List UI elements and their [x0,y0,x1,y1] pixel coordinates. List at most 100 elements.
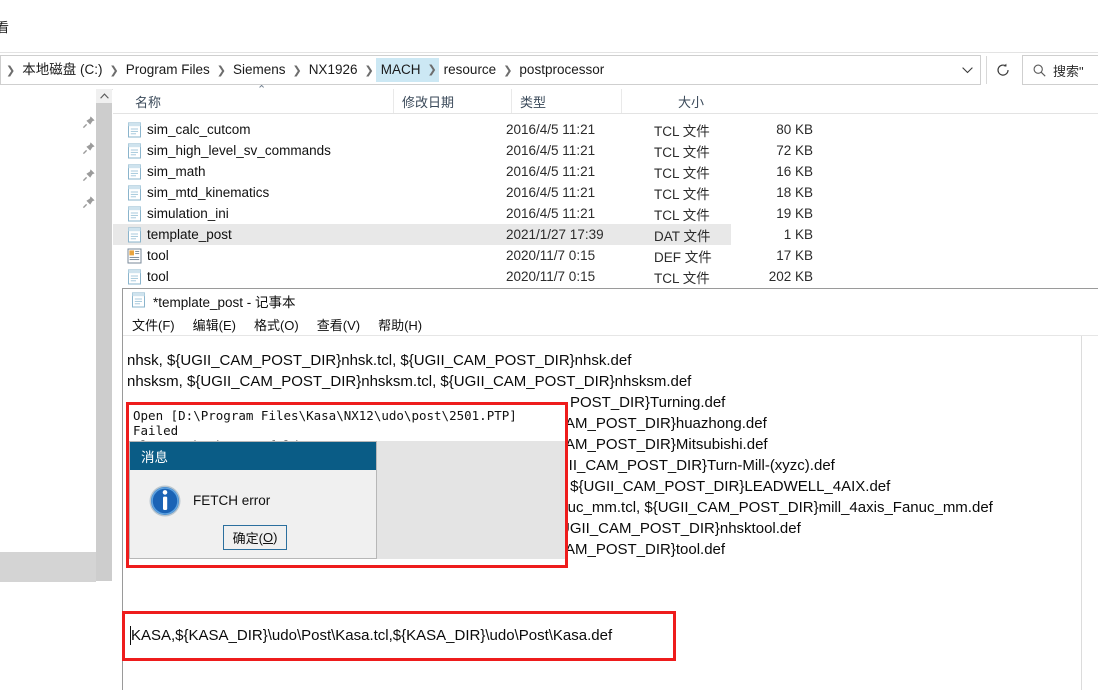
menu-edit[interactable]: 编辑(E) [184,315,245,334]
file-type: TCL 文件 [654,186,710,202]
def-file-icon [127,248,142,264]
def-file-icon [127,248,142,264]
menu-file[interactable]: 文件(F) [123,315,184,334]
text-file-icon [127,269,142,285]
notepad-text-line: AM_POST_DIR}huazhong.def [565,415,767,432]
scroll-up-button[interactable] [96,89,112,103]
navigation-pane [0,89,97,582]
file-size: 1 KB [783,227,813,242]
file-date: 2021/1/27 17:39 [506,227,604,242]
text-file-icon [128,143,141,159]
breadcrumb-chevron-icon[interactable]: ❯ [290,64,303,77]
breadcrumb-item-2[interactable]: Siemens [228,58,291,82]
file-date: 2020/11/7 0:15 [506,269,596,284]
file-type: TCL 文件 [654,270,710,286]
search-input[interactable]: 搜索" [1022,55,1098,85]
table-row[interactable]: simulation_ini 2016/4/5 11:21 TCL 文件 19 KB [113,203,813,224]
pin-icon[interactable] [82,141,96,155]
breadcrumb-chevron-icon[interactable]: ❯ [425,58,439,82]
column-header-name-label: 名称 [135,94,162,110]
breadcrumb-item-3[interactable]: NX1926 [304,58,363,82]
file-name: sim_calc_cutcom [147,122,251,137]
menu-help[interactable]: 帮助(H) [369,315,431,334]
breadcrumb-chevron-icon[interactable]: ❯ [362,64,375,77]
text-file-icon [127,227,142,243]
file-size: 19 KB [776,206,813,221]
file-date: 2016/4/5 11:21 [506,164,596,179]
breadcrumb-chevron-icon[interactable]: ❯ [501,64,514,77]
file-size: 80 KB [776,122,813,137]
breadcrumb-chevron-icon[interactable]: ❯ [107,64,120,77]
file-name: tool [147,269,169,284]
menu-view[interactable]: 查看(V) [308,315,369,334]
table-row[interactable]: tool 2020/11/7 0:15 DEF 文件 17 KB [113,245,813,266]
file-name: sim_high_level_sv_commands [147,143,331,158]
column-header-date[interactable]: 修改日期 [393,89,511,113]
text-file-icon [127,185,142,201]
error-dialog-group: Open [D:\Program Files\Kasa\NX12\udo\pos… [126,402,568,568]
file-name: sim_math [147,164,206,179]
kasa-config-line[interactable]: KASA,${KASA_DIR}\udo\Post\Kasa.tcl,${KAS… [131,627,612,644]
red-highlight-box-dialog [126,402,568,568]
text-file-icon [128,227,141,243]
desktop-grey-strip [0,552,96,582]
pin-icon[interactable] [82,168,96,182]
column-header-size[interactable]: 大小 [621,89,714,113]
breadcrumb-item-0[interactable]: 本地磁盘 (C:) [17,58,107,82]
column-header-name[interactable]: 名称 ⌃ [127,84,393,113]
column-header-type[interactable]: 类型 [511,89,621,113]
breadcrumb-chevron-icon[interactable]: ❯ [215,64,228,77]
notepad-text-line: anuc_mm.tcl, ${UGII_CAM_POST_DIR}mill_4a… [551,499,993,516]
notepad-app-icon [132,292,145,307]
table-row[interactable]: sim_mtd_kinematics 2016/4/5 11:21 TCL 文件 18… [113,182,813,203]
refresh-icon [996,63,1009,76]
file-type: TCL 文件 [654,165,710,181]
text-file-icon [128,269,141,285]
menu-format[interactable]: 格式(O) [245,315,308,334]
text-file-icon [127,143,142,159]
notepad-text-line: AM_POST_DIR}Mitsubishi.def [565,436,768,453]
file-type: TCL 文件 [654,207,710,223]
notepad-text-line: UGII_CAM_POST_DIR}nhsktool.def [559,520,801,537]
file-type: TCL 文件 [654,144,710,160]
address-history-dropdown-button[interactable] [952,56,983,84]
file-size: 16 KB [776,164,813,179]
file-size: 72 KB [776,143,813,158]
breadcrumb-item-1[interactable]: Program Files [121,58,215,82]
notepad-scrollbar[interactable] [1081,336,1098,690]
chevron-down-icon [962,66,973,73]
breadcrumb-chevron-icon: ❯ [6,64,16,77]
table-row[interactable]: sim_math 2016/4/5 11:21 TCL 文件 16 KB [113,161,813,182]
breadcrumb-item-4[interactable]: MACH [375,58,426,82]
scrollbar-thumb[interactable] [96,103,112,581]
breadcrumb-item-5[interactable]: resource [439,58,502,82]
file-size: 18 KB [776,185,813,200]
breadcrumb-item-6[interactable]: postprocessor [514,58,609,82]
notepad-titlebar: *template_post - 记事本 [123,289,296,313]
file-name: sim_mtd_kinematics [147,185,270,200]
file-type: DAT 文件 [654,228,711,244]
file-type: DEF 文件 [654,249,712,265]
file-date: 2016/4/5 11:21 [506,185,596,200]
refresh-button[interactable] [986,56,1018,84]
table-row[interactable]: tool 2020/11/7 0:15 TCL 文件 202 KB [113,266,813,287]
ribbon-area: 看 [0,0,1098,51]
text-file-icon [128,206,141,222]
file-date: 2016/4/5 11:21 [506,122,596,137]
text-file-icon [127,164,142,180]
notepad-text-line: AM_POST_DIR}tool.def [565,541,726,558]
pin-icon[interactable] [82,195,96,209]
pin-icon[interactable] [82,115,96,129]
file-date: 2016/4/5 11:21 [506,206,596,221]
pin-icon [82,142,95,155]
table-row[interactable]: sim_calc_cutcom 2016/4/5 11:21 TCL 文件 80 KB [113,119,813,140]
table-row[interactable]: template_post 2021/1/27 17:39 DAT 文件 1 KB [113,224,813,245]
breadcrumb: ❯ 本地磁盘 (C:) ❯ Program Files ❯ Siemens ❯ … [4,55,609,85]
navigation-scrollbar[interactable] [96,89,112,582]
text-file-icon [127,122,142,138]
text-file-icon [127,206,142,222]
file-size: 17 KB [776,248,813,263]
notepad-text-line: cl, ${UGII_CAM_POST_DIR}LEADWELL_4AIX.de… [551,478,891,495]
notepad-title-text: *template_post - 记事本 [153,295,296,310]
table-row[interactable]: sim_high_level_sv_commands 2016/4/5 11:21… [113,140,813,161]
